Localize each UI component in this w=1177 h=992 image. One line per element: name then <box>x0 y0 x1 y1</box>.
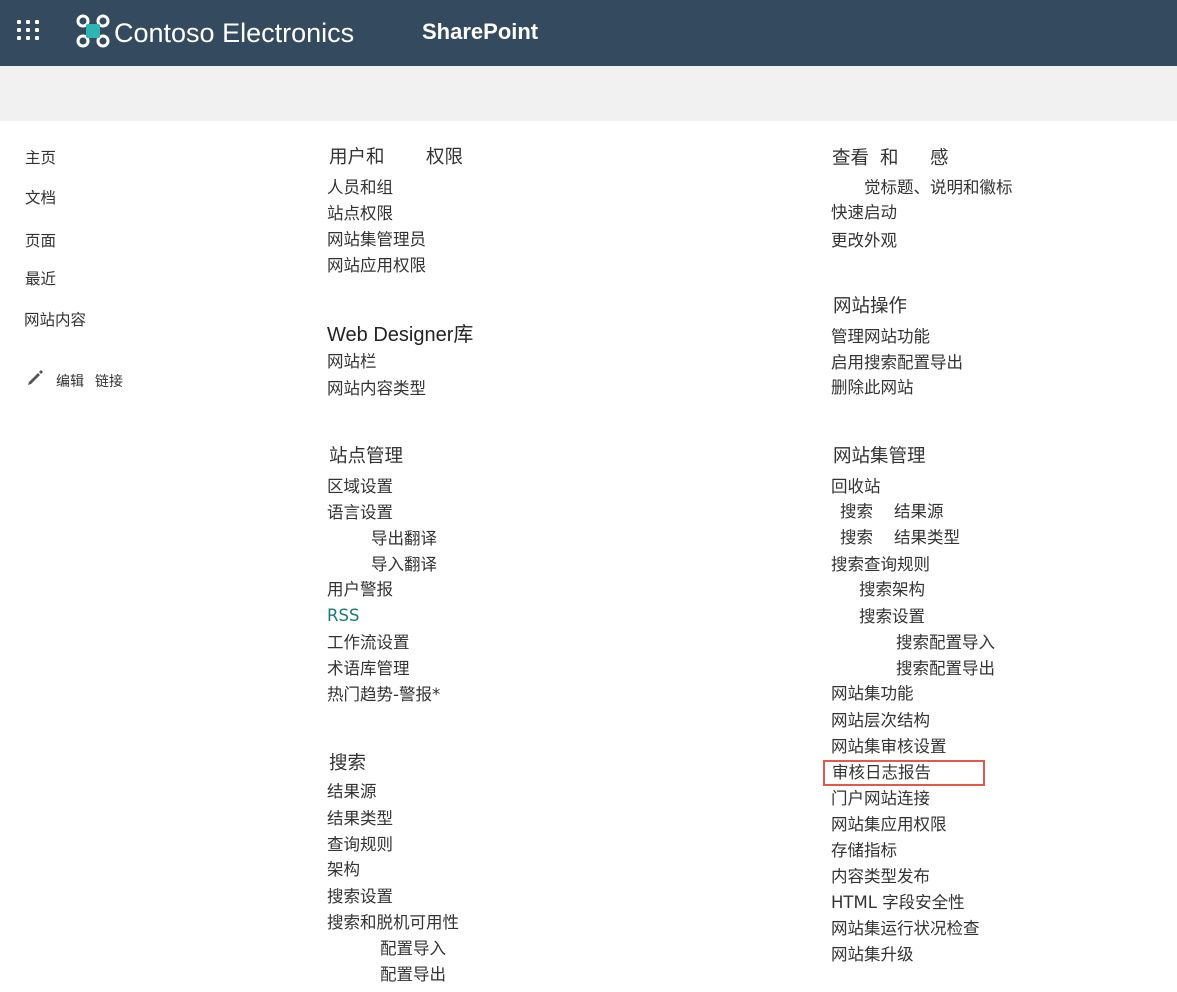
link-search-settings[interactable]: 搜索设置 <box>327 886 393 908</box>
link-recycle-bin[interactable]: 回收站 <box>831 476 881 498</box>
link-configuration-export[interactable]: 配置导出 <box>380 964 446 986</box>
link-user-alerts[interactable]: 用户警报 <box>327 579 393 601</box>
link-search-config-import[interactable]: 搜索配置导入 <box>896 632 995 654</box>
link-configuration-import[interactable]: 配置导入 <box>380 938 446 960</box>
link-site-app-permissions[interactable]: 网站应用权限 <box>327 255 426 277</box>
link-import-translations[interactable]: 导入翻译 <box>371 554 437 576</box>
link-storage-metrics[interactable]: 存储指标 <box>831 840 897 862</box>
link-change-the-look[interactable]: 更改外观 <box>831 230 897 252</box>
heading-site-collection-admin: 网站集管理 <box>833 446 926 467</box>
link-regional-settings[interactable]: 区域设置 <box>327 476 393 498</box>
link-people-and-groups[interactable]: 人员和组 <box>327 177 393 199</box>
link-search-settings-sc[interactable]: 搜索设置 <box>859 606 925 628</box>
heading-web-designer: Web Designer库 <box>327 324 474 346</box>
link-search-result-sources-b[interactable]: 结果源 <box>894 501 944 523</box>
edit-links-links[interactable]: 链接 <box>95 371 123 393</box>
heading-permissions: 权限 <box>426 147 464 168</box>
link-health-checks[interactable]: 网站集运行状况检查 <box>831 918 980 940</box>
link-term-store[interactable]: 术语库管理 <box>327 658 410 680</box>
link-search-result-sources-a[interactable]: 搜索 <box>840 501 873 523</box>
link-site-hierarchy[interactable]: 网站层次结构 <box>831 710 930 732</box>
link-result-sources[interactable]: 结果源 <box>327 781 377 803</box>
link-site-columns[interactable]: 网站栏 <box>327 351 377 373</box>
link-portal-site-connection[interactable]: 门户网站连接 <box>831 788 930 810</box>
link-search-query-rules[interactable]: 搜索查询规则 <box>831 554 930 576</box>
nav-item-pages[interactable]: 页面 <box>25 230 56 252</box>
link-search-result-types-a[interactable]: 搜索 <box>840 527 873 549</box>
highlight-box <box>823 760 985 786</box>
brand-name[interactable]: Contoso Electronics <box>114 16 354 50</box>
link-html-field-security[interactable]: HTML 字段安全性 <box>831 892 965 914</box>
link-delete-this-site[interactable]: 删除此网站 <box>831 377 914 399</box>
link-content-type-publishing[interactable]: 内容类型发布 <box>831 866 930 888</box>
link-site-collection-app-permissions[interactable]: 网站集应用权限 <box>831 814 947 836</box>
app-launcher-icon[interactable] <box>17 20 41 42</box>
link-site-collection-admins[interactable]: 网站集管理员 <box>327 229 426 251</box>
link-rss[interactable]: RSS <box>327 605 359 627</box>
link-popularity-trends[interactable]: 热门趋势-警报* <box>327 684 440 706</box>
heading-site-actions: 网站操作 <box>833 296 908 317</box>
nav-item-documents[interactable]: 文档 <box>25 187 56 209</box>
contoso-logo-icon[interactable] <box>76 14 110 48</box>
suite-name[interactable]: SharePoint <box>422 18 538 46</box>
link-site-collection-features[interactable]: 网站集功能 <box>831 683 914 705</box>
nav-item-recent[interactable]: 最近 <box>25 268 56 290</box>
link-audit-settings[interactable]: 网站集审核设置 <box>831 736 947 758</box>
heading-site-admin: 站点管理 <box>329 446 404 467</box>
link-result-types[interactable]: 结果类型 <box>327 808 393 830</box>
link-search-offline-availability[interactable]: 搜索和脱机可用性 <box>327 912 459 934</box>
link-export-translations[interactable]: 导出翻译 <box>371 528 437 550</box>
link-manage-site-features[interactable]: 管理网站功能 <box>831 326 930 348</box>
link-site-permissions[interactable]: 站点权限 <box>327 203 393 225</box>
suite-bar: Contoso Electronics SharePoint <box>0 0 1177 66</box>
heading-and: 和 <box>880 148 899 169</box>
nav-item-site-contents[interactable]: 网站内容 <box>24 309 86 331</box>
link-workflow-settings[interactable]: 工作流设置 <box>327 632 410 654</box>
link-enable-search-config-export[interactable]: 启用搜索配置导出 <box>831 352 963 374</box>
heading-users-and: 用户和 <box>329 147 385 168</box>
link-search-schema[interactable]: 搜索架构 <box>859 579 925 601</box>
link-quick-launch[interactable]: 快速启动 <box>831 202 897 224</box>
link-search-config-export[interactable]: 搜索配置导出 <box>896 658 995 680</box>
link-schema[interactable]: 架构 <box>327 859 360 881</box>
pencil-icon[interactable] <box>26 368 44 386</box>
heading-look: 查看 <box>832 148 870 169</box>
link-search-result-types-b[interactable]: 结果类型 <box>894 527 960 549</box>
link-site-content-types[interactable]: 网站内容类型 <box>327 378 426 400</box>
link-site-collection-upgrade[interactable]: 网站集升级 <box>831 944 914 966</box>
command-bar <box>0 66 1177 121</box>
edit-links-edit[interactable]: 编辑 <box>56 371 84 393</box>
nav-item-home[interactable]: 主页 <box>25 147 56 169</box>
heading-feel: 感 <box>930 148 949 169</box>
heading-search: 搜索 <box>329 753 367 774</box>
link-language-settings[interactable]: 语言设置 <box>327 502 393 524</box>
link-query-rules[interactable]: 查询规则 <box>327 834 393 856</box>
link-title-description-logo[interactable]: 觉标题、说明和徽标 <box>864 177 1013 199</box>
